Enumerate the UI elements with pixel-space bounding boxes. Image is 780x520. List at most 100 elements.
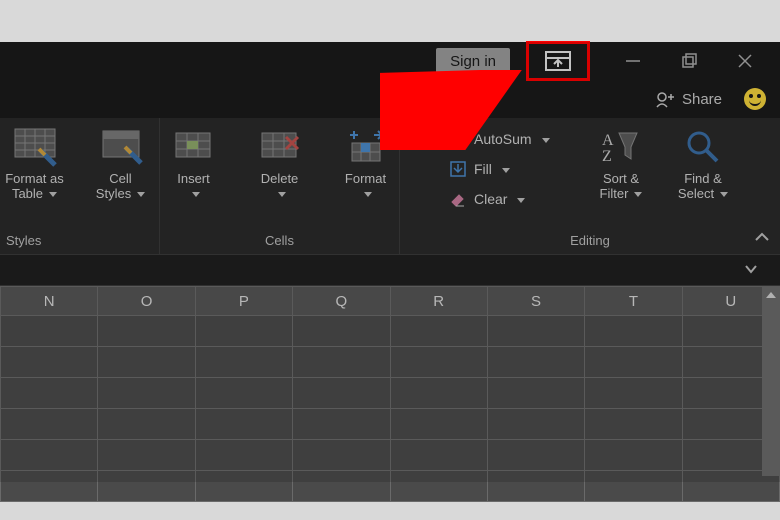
cell[interactable] [98, 347, 195, 378]
column-header[interactable]: P [195, 287, 292, 316]
group-label-styles: Styles [6, 231, 41, 252]
close-icon [736, 52, 754, 70]
cell[interactable] [585, 378, 682, 409]
cell[interactable] [1, 409, 98, 440]
cell[interactable] [195, 347, 292, 378]
insert-button[interactable]: Insert [152, 124, 236, 204]
cell[interactable] [487, 440, 584, 471]
cell[interactable] [487, 316, 584, 347]
delete-cells-icon [258, 127, 302, 167]
clear-button[interactable]: Clear [448, 186, 578, 212]
column-header[interactable]: T [585, 287, 682, 316]
feedback-smiley-button[interactable] [744, 88, 766, 110]
vertical-scrollbar[interactable] [762, 286, 780, 476]
cell[interactable] [390, 409, 487, 440]
cell[interactable] [293, 471, 390, 502]
format-button[interactable]: Format [324, 124, 408, 204]
cell[interactable] [293, 440, 390, 471]
cell[interactable] [487, 409, 584, 440]
autosum-label: AutoSum [474, 131, 532, 147]
table-row [1, 440, 780, 471]
maximize-button[interactable] [666, 45, 712, 77]
cell[interactable] [585, 347, 682, 378]
find-select-button[interactable]: Find & Select [664, 124, 742, 204]
share-label: Share [682, 91, 722, 108]
spreadsheet-grid[interactable]: NOPQRSTU [0, 286, 780, 476]
format-as-table-label-1: Format as [5, 172, 64, 187]
cell[interactable] [1, 378, 98, 409]
sort-filter-icon: A Z [599, 127, 643, 167]
table-row [1, 347, 780, 378]
scroll-up-icon [766, 292, 776, 298]
svg-text:A: A [602, 132, 614, 149]
quick-row: Share [0, 80, 780, 118]
cell[interactable] [1, 471, 98, 502]
cell[interactable] [390, 316, 487, 347]
table-row [1, 316, 780, 347]
delete-button[interactable]: Delete [238, 124, 322, 204]
format-as-table-icon [13, 127, 57, 167]
sort-filter-button[interactable]: A Z Sort & Filter [582, 124, 660, 204]
cell[interactable] [195, 378, 292, 409]
collapse-ribbon-button[interactable] [754, 230, 770, 248]
minimize-icon [624, 52, 642, 70]
find-select-label-2: Select [678, 187, 714, 202]
cell[interactable] [390, 471, 487, 502]
insert-cells-icon [172, 127, 216, 167]
cell[interactable] [195, 316, 292, 347]
table-row [1, 378, 780, 409]
ribbon-display-options-button[interactable] [526, 41, 590, 81]
cell[interactable] [585, 471, 682, 502]
ribbon-group-cells: Insert Delete [160, 118, 400, 254]
cell[interactable] [1, 316, 98, 347]
column-header[interactable]: Q [293, 287, 390, 316]
fill-icon [448, 159, 468, 179]
cell[interactable] [1, 347, 98, 378]
cell[interactable] [98, 471, 195, 502]
cell[interactable] [390, 440, 487, 471]
cell[interactable] [1, 440, 98, 471]
cell[interactable] [98, 316, 195, 347]
cell[interactable] [487, 347, 584, 378]
cell[interactable] [585, 409, 682, 440]
cell[interactable] [585, 316, 682, 347]
column-header[interactable]: R [390, 287, 487, 316]
cell[interactable] [293, 378, 390, 409]
cell[interactable] [487, 378, 584, 409]
cell[interactable] [98, 378, 195, 409]
cell[interactable] [195, 409, 292, 440]
formula-bar[interactable] [0, 254, 780, 286]
sort-filter-label-2: Filter [600, 187, 629, 202]
insert-label: Insert [177, 172, 210, 187]
cell[interactable] [293, 316, 390, 347]
fill-button[interactable]: Fill [448, 156, 578, 182]
autosum-button[interactable]: AutoSum [448, 126, 578, 152]
format-as-table-button[interactable]: Format as Table [0, 124, 77, 204]
cell[interactable] [390, 378, 487, 409]
group-label-cells: Cells [265, 231, 294, 252]
formula-bar-expand-button[interactable] [744, 263, 758, 277]
cell[interactable] [390, 347, 487, 378]
column-header[interactable]: N [1, 287, 98, 316]
cell-styles-label-2: Styles [96, 187, 131, 202]
close-button[interactable] [722, 45, 768, 77]
cell[interactable] [585, 440, 682, 471]
column-header[interactable]: O [98, 287, 195, 316]
cell[interactable] [293, 409, 390, 440]
fill-label: Fill [474, 161, 492, 177]
sort-filter-label-1: Sort & [603, 172, 639, 187]
ribbon-display-options-icon [545, 51, 571, 71]
cell-styles-button[interactable]: Cell Styles [79, 124, 163, 204]
minimize-button[interactable] [610, 45, 656, 77]
chevron-down-icon [744, 264, 758, 274]
cell[interactable] [487, 471, 584, 502]
share-button[interactable]: Share [654, 89, 722, 109]
column-header[interactable]: S [487, 287, 584, 316]
cell[interactable] [98, 440, 195, 471]
cell[interactable] [195, 471, 292, 502]
cell[interactable] [98, 409, 195, 440]
excel-window: Sign in [0, 42, 780, 482]
cell[interactable] [293, 347, 390, 378]
sign-in-button[interactable]: Sign in [436, 48, 510, 74]
cell[interactable] [195, 440, 292, 471]
